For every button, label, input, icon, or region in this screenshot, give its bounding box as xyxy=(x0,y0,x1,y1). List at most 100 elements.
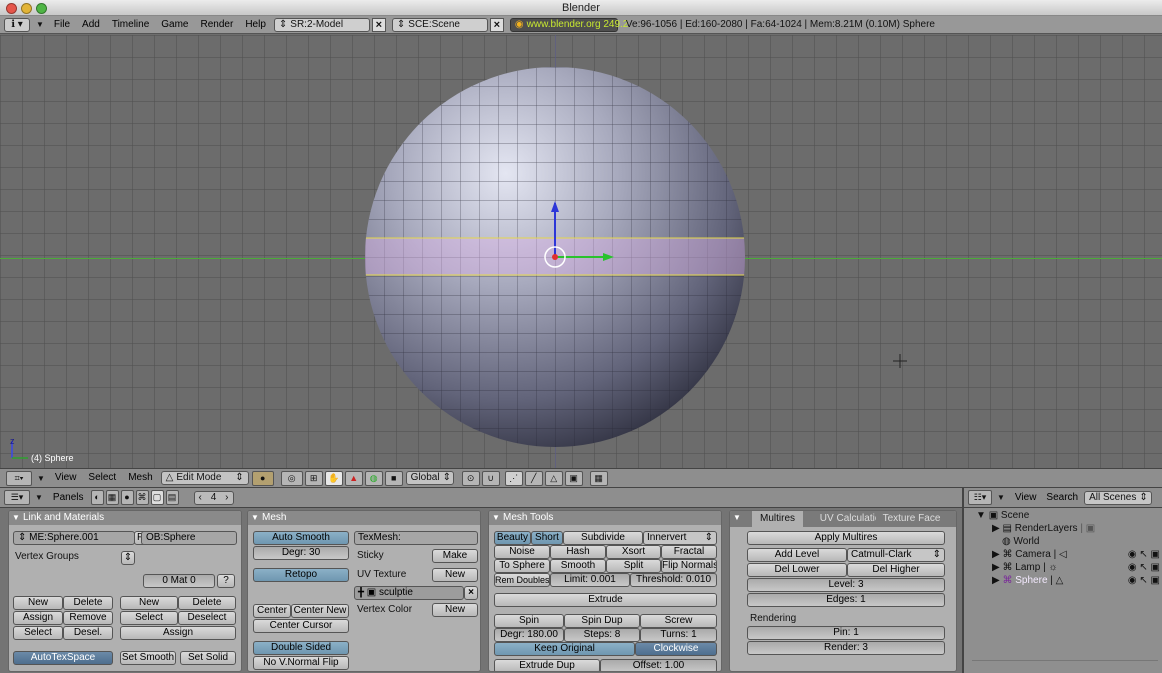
script-context-tab[interactable]: ▦ xyxy=(105,490,119,505)
steps-field[interactable]: Steps: 8 xyxy=(564,628,640,642)
3d-viewport[interactable]: z (4) Sphere xyxy=(0,35,1162,468)
vgroup-assign-button[interactable]: Assign xyxy=(13,611,63,625)
subdivide-button[interactable]: Subdivide xyxy=(563,531,643,545)
noise-button[interactable]: Noise xyxy=(494,545,550,559)
menu-add[interactable]: Add xyxy=(76,16,106,34)
pin-field[interactable]: Pin: 1 xyxy=(747,626,945,640)
material-select-button[interactable]: Select xyxy=(120,611,178,625)
menu-game[interactable]: Game xyxy=(155,16,194,34)
flip-normals-button[interactable]: Flip Normals xyxy=(661,559,717,573)
texmesh-field[interactable]: TexMesh: xyxy=(354,531,478,545)
offset-field[interactable]: Offset: 1.00 xyxy=(600,659,717,671)
editor-type-button[interactable]: ☷▾ xyxy=(968,490,992,505)
display-mode-selector[interactable]: All Scenes ⇕ xyxy=(1084,490,1153,505)
sticky-make-button[interactable]: Make xyxy=(432,549,478,563)
editing-context-tab[interactable]: ▢ xyxy=(150,490,164,505)
object-name-field[interactable]: OB:Sphere xyxy=(141,531,237,545)
minimize-window-icon[interactable] xyxy=(21,3,32,14)
beauty-toggle[interactable]: Beauty xyxy=(494,531,531,545)
render-preview-button[interactable]: ▦ xyxy=(589,470,608,486)
panel-title[interactable]: Mesh xyxy=(248,511,480,525)
layer-button[interactable]: ⊞ xyxy=(304,470,323,486)
edges-field[interactable]: Edges: 1 xyxy=(747,593,945,607)
level-field[interactable]: Level: 3 xyxy=(747,578,945,592)
face-select-button[interactable]: △ xyxy=(544,470,563,486)
spin-button[interactable]: Spin xyxy=(494,614,564,628)
panel-title[interactable]: Mesh Tools xyxy=(489,511,721,525)
add-level-button[interactable]: Add Level xyxy=(747,548,847,562)
collapse-triangle-icon[interactable]: ▼ xyxy=(35,493,43,502)
occlude-button[interactable]: ▣ xyxy=(564,470,583,486)
short-toggle[interactable]: Short xyxy=(531,531,563,545)
screen-selector[interactable]: ⇕ SR:2-Model xyxy=(273,17,370,32)
remove-doubles-button[interactable]: Rem Doubles xyxy=(494,573,550,587)
editor-type-button[interactable]: ⌗▾ xyxy=(6,470,32,486)
snap-button[interactable]: ∪ xyxy=(481,470,500,486)
retopo-toggle[interactable]: Retopo xyxy=(253,568,349,582)
pivot-button[interactable]: ◎ xyxy=(280,470,303,486)
editor-type-button[interactable]: ☰▾ xyxy=(4,490,30,505)
material-delete-button[interactable]: Delete xyxy=(178,596,236,610)
auto-smooth-toggle[interactable]: Auto Smooth xyxy=(253,531,349,545)
set-solid-button[interactable]: Set Solid xyxy=(180,651,236,665)
scene-context-tab[interactable]: ▤ xyxy=(165,490,179,505)
center-new-button[interactable]: Center New xyxy=(291,604,349,618)
uv-layer-delete-button[interactable]: × xyxy=(464,586,478,600)
orientation-selector[interactable]: Global ⇕ xyxy=(405,471,454,485)
delete-screen-button[interactable]: × xyxy=(371,17,386,32)
mode-selector[interactable]: △ Edit Mode ⇕ xyxy=(160,471,249,485)
manipulator-toggle[interactable]: ✋ xyxy=(324,470,343,486)
innervert-selector[interactable]: Innervert ⇕ xyxy=(643,531,717,545)
extrude-dup-button[interactable]: Extrude Dup xyxy=(494,659,600,671)
frame-field[interactable]: ‹ 4 › xyxy=(193,490,234,505)
auto-smooth-degree-field[interactable]: Degr: 30 xyxy=(253,546,349,560)
outliner-item-scene[interactable]: ▼ ▣ Scene xyxy=(964,509,1162,522)
vgroup-remove-button[interactable]: Remove xyxy=(63,611,113,625)
sphere-mesh[interactable] xyxy=(0,35,1162,468)
autotexspace-toggle[interactable]: AutoTexSpace xyxy=(13,651,113,665)
center-cursor-button[interactable]: Center Cursor xyxy=(253,619,349,633)
collapse-triangle-icon[interactable]: ▼ xyxy=(36,20,44,29)
outliner-item-sphere[interactable]: ▶ ⌘ Sphere | △ ◉ ↖ ▣ xyxy=(964,574,1162,587)
vertex-select-button[interactable]: ⋰ xyxy=(504,470,523,486)
no-vnormal-flip-toggle[interactable]: No V.Normal Flip xyxy=(253,656,349,670)
menu-help[interactable]: Help xyxy=(239,16,272,34)
center-button[interactable]: Center xyxy=(253,604,291,618)
zoom-window-icon[interactable] xyxy=(36,3,47,14)
menu-mesh[interactable]: Mesh xyxy=(122,469,158,487)
apply-multires-button[interactable]: Apply Multires xyxy=(747,531,945,545)
collapse-triangle-icon[interactable]: ▼ xyxy=(997,493,1005,502)
threshold-field[interactable]: Threshold: 0.010 xyxy=(630,573,717,587)
close-window-icon[interactable] xyxy=(6,3,17,14)
delete-scene-button[interactable]: × xyxy=(489,17,504,32)
uv-layer-field[interactable]: ╋ ▣ sculptie xyxy=(354,586,464,600)
menu-search[interactable]: Search xyxy=(1042,489,1082,507)
hash-button[interactable]: Hash xyxy=(550,545,606,559)
edge-select-button[interactable]: ╱ xyxy=(524,470,543,486)
mesh-name-field[interactable]: ⇕ ME:Sphere.001 xyxy=(13,531,135,545)
screw-button[interactable]: Screw xyxy=(640,614,717,628)
clockwise-toggle[interactable]: Clockwise xyxy=(635,642,717,656)
extrude-button[interactable]: Extrude xyxy=(494,593,717,607)
visibility-icons[interactable]: ◉ ↖ ▣ xyxy=(1128,574,1160,587)
menu-file[interactable]: File xyxy=(48,16,76,34)
limit-field[interactable]: Limit: 0.001 xyxy=(550,573,630,587)
xsort-button[interactable]: Xsort xyxy=(606,545,661,559)
fractal-button[interactable]: Fractal xyxy=(661,545,717,559)
smooth-button[interactable]: Smooth xyxy=(550,559,606,573)
rotate-manipulator[interactable]: ◍ xyxy=(364,470,383,486)
subdivision-type-selector[interactable]: Catmull-Clark ⇕ xyxy=(847,548,945,562)
shading-context-tab[interactable]: ● xyxy=(120,490,134,505)
render-level-field[interactable]: Render: 3 xyxy=(747,641,945,655)
spin-degree-field[interactable]: Degr: 180.00 xyxy=(494,628,564,642)
uv-texture-new-button[interactable]: New xyxy=(432,568,478,582)
collapse-triangle-icon[interactable]: ▼ xyxy=(37,474,45,483)
draw-type-button[interactable]: ● xyxy=(251,470,274,486)
spin-dup-button[interactable]: Spin Dup xyxy=(564,614,640,628)
outliner-scrollbar[interactable] xyxy=(972,660,1158,661)
logic-context-tab[interactable]: ◐ xyxy=(90,490,104,505)
vgroup-deselect-button[interactable]: Desel. xyxy=(63,626,113,640)
split-button[interactable]: Split xyxy=(606,559,661,573)
material-new-button[interactable]: New xyxy=(120,596,178,610)
visibility-icons[interactable]: ◉ ↖ ▣ xyxy=(1128,548,1160,561)
